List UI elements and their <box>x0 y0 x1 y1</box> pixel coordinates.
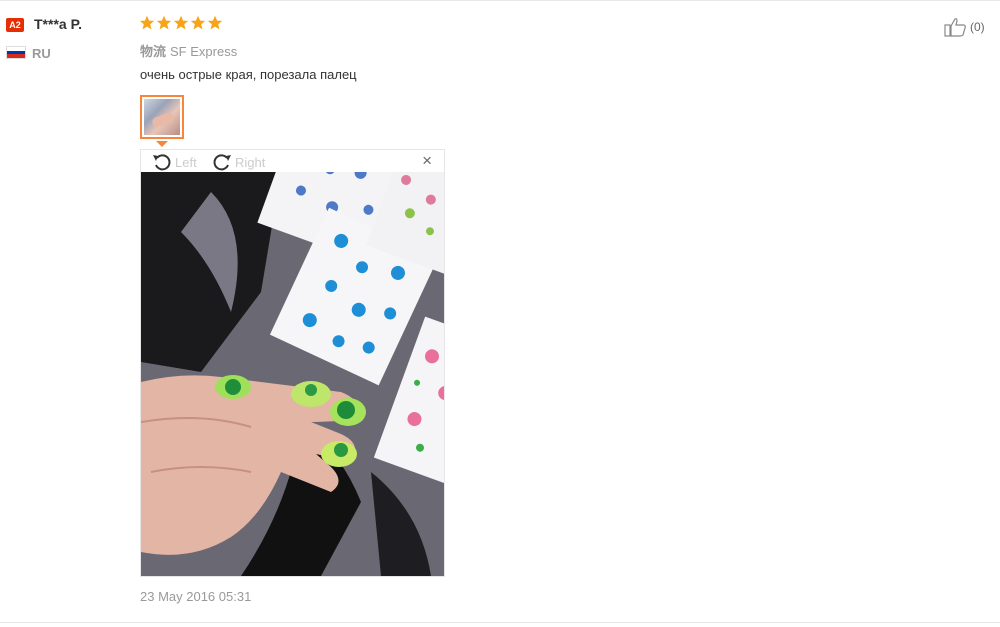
star-icon <box>173 15 189 30</box>
review-photo <box>141 172 444 576</box>
buyer-country: RU <box>32 46 51 61</box>
review-text: очень острые края, порезала палец <box>140 67 357 82</box>
thumbs-up-icon <box>944 18 966 37</box>
rotate-left-button[interactable]: Left <box>151 152 197 172</box>
star-icon <box>139 15 155 30</box>
helpful-button[interactable]: (0) <box>944 17 985 37</box>
thumbnail-image <box>144 99 180 135</box>
logistics-info: 物流 SF Express <box>140 41 237 60</box>
logistics-label: 物流 <box>140 44 167 59</box>
star-icon <box>156 15 172 30</box>
rotate-left-label: Left <box>175 154 197 170</box>
photo-viewer: Left Right × <box>140 149 445 577</box>
thumbnail-selected-caret-icon <box>156 141 168 147</box>
rotate-right-label: Right <box>235 154 266 170</box>
star-icon <box>190 15 206 30</box>
star-icon <box>207 15 223 30</box>
rotate-right-button[interactable]: Right <box>211 152 265 172</box>
bottom-divider <box>0 622 1000 623</box>
rotate-left-icon <box>153 154 171 171</box>
buyer-name: T***a P. <box>34 16 82 32</box>
star-rating <box>139 15 223 33</box>
helpful-count: (0) <box>970 20 985 34</box>
logistics-value: SF Express <box>170 44 238 59</box>
russia-flag-icon <box>6 46 26 59</box>
review-date: 23 May 2016 05:31 <box>140 589 252 604</box>
review-photo-thumbnail[interactable] <box>140 95 184 139</box>
top-divider <box>0 0 1000 1</box>
photo-viewer-toolbar: Left Right × <box>141 150 444 172</box>
close-viewer-button[interactable]: × <box>422 152 432 170</box>
buyer-level-badge: A2 <box>6 18 24 32</box>
rotate-right-icon <box>213 154 231 171</box>
